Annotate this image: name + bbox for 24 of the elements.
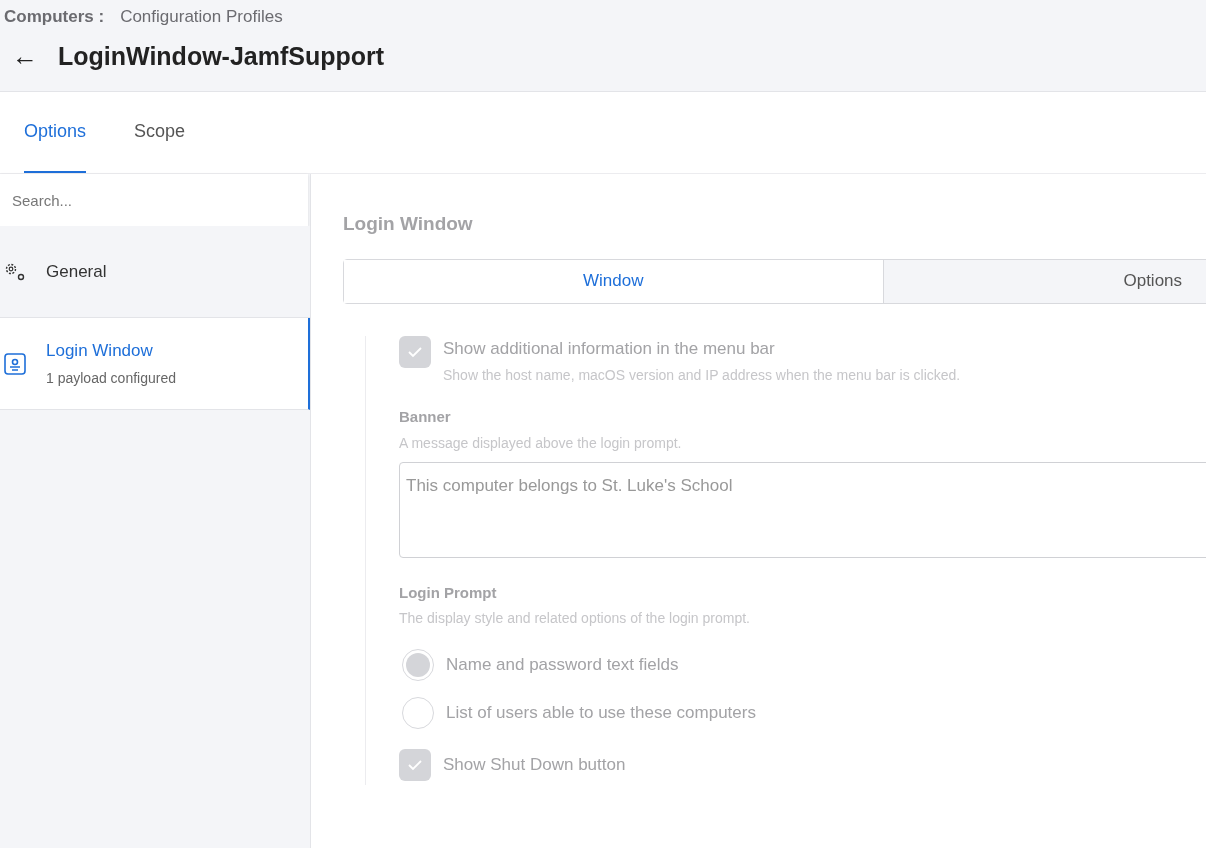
login-window-icon (4, 352, 26, 375)
page-title: LoginWindow-JamfSupport (58, 40, 385, 72)
sidebar-item-label: Login Window (46, 340, 154, 363)
field-hint: A message displayed above the login prompt. (399, 433, 683, 453)
sidebar-item[interactable]: Login Window 1 payload configured (0, 318, 310, 410)
field-hint: The display style and related options of the login prompt. (399, 609, 751, 628)
tab[interactable]: Scope (134, 91, 186, 173)
breadcrumb-page: Configuration Profiles (120, 6, 283, 28)
panel-title: Login Window (343, 212, 474, 236)
field-label: Login Prompt (399, 582, 498, 603)
field-label: Banner (399, 407, 452, 427)
gears-icon (4, 261, 26, 282)
checkbox-hint: Show the host name, macOS version and IP address when the menu bar is clicked. (443, 366, 961, 385)
back-button[interactable]: ← (12, 43, 38, 70)
checkbox-label: Show additional information in the menu bar (443, 337, 776, 360)
checkmark-icon (407, 345, 423, 358)
checkmark-icon (407, 759, 423, 771)
sidebar-item-subtitle: 1 payload configured (46, 368, 176, 388)
sidebar-item-label: General (46, 260, 107, 283)
radio-label: List of users able to use these computers (446, 702, 756, 725)
checkbox-label: Show Shut Down button (443, 754, 626, 777)
breadcrumb-section[interactable]: Computers : (4, 4, 105, 30)
radio-label: Name and password text fields (446, 654, 679, 677)
search-field[interactable]: Search... (0, 174, 308, 226)
